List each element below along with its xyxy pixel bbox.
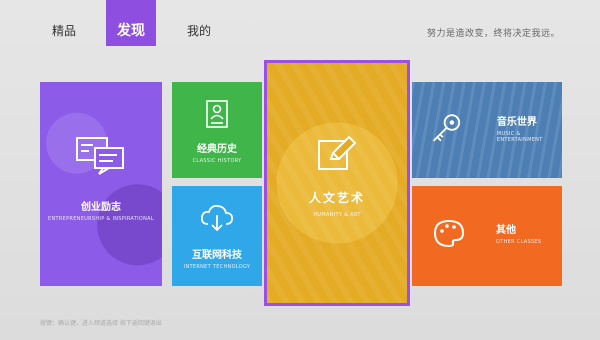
person-card-icon: [206, 100, 228, 128]
tile-startup[interactable]: 创业励志 ENTREPRENEURSHIP & INSPIRATIONAL: [40, 82, 162, 286]
tile-subtitle: ENTREPRENEURSHIP & INSPIRATIONAL: [48, 216, 154, 222]
tile-subtitle: MUSIC & ENTERTAINMENT: [496, 131, 543, 143]
top-navigation: 精品 发现 我的 努力是造改变，终将决定我远。: [0, 0, 600, 60]
cloud-download-icon: [200, 204, 234, 232]
tile-subtitle: OTHER CLASSES: [496, 239, 542, 245]
tile-subtitle: INTERNET TECHNOLOGY: [183, 264, 251, 270]
tile-music[interactable]: 音乐世界 MUSIC & ENTERTAINMENT: [412, 82, 562, 178]
footer-hint: 按键：确认键，进入频道选择 按下返回键退出: [40, 320, 162, 327]
tile-history[interactable]: 经典历史 CLASSIC HISTORY: [172, 82, 262, 178]
tab-featured[interactable]: 精品: [52, 22, 76, 39]
tab-mine[interactable]: 我的: [187, 22, 211, 39]
tile-subtitle: CLASSIC HISTORY: [192, 158, 242, 164]
message-icon: [76, 137, 124, 175]
slogan-text: 努力是造改变，终将决定我远。: [426, 29, 560, 39]
palette-icon: [433, 219, 465, 248]
tile-title: 经典历史: [197, 144, 237, 155]
tile-title: 其他: [496, 225, 516, 236]
tile-title: 创业励志: [81, 202, 121, 213]
tile-subtitle: HUMANITY & ART: [313, 212, 361, 218]
tile-title: 互联网科技: [192, 250, 242, 261]
tile-cloud[interactable]: 互联网科技 INTERNET TECHNOLOGY: [172, 186, 262, 286]
tab-discover[interactable]: 发现: [106, 0, 156, 46]
tile-title: 音乐世界: [496, 117, 537, 128]
key-icon: [433, 114, 461, 142]
tile-title: 人文艺术: [308, 191, 365, 205]
pencil-edit-icon: [318, 135, 357, 170]
tile-arts-focused[interactable]: 人文艺术 HUMANITY & ART: [264, 60, 410, 306]
tile-other[interactable]: 其他 OTHER CLASSES: [412, 186, 562, 286]
